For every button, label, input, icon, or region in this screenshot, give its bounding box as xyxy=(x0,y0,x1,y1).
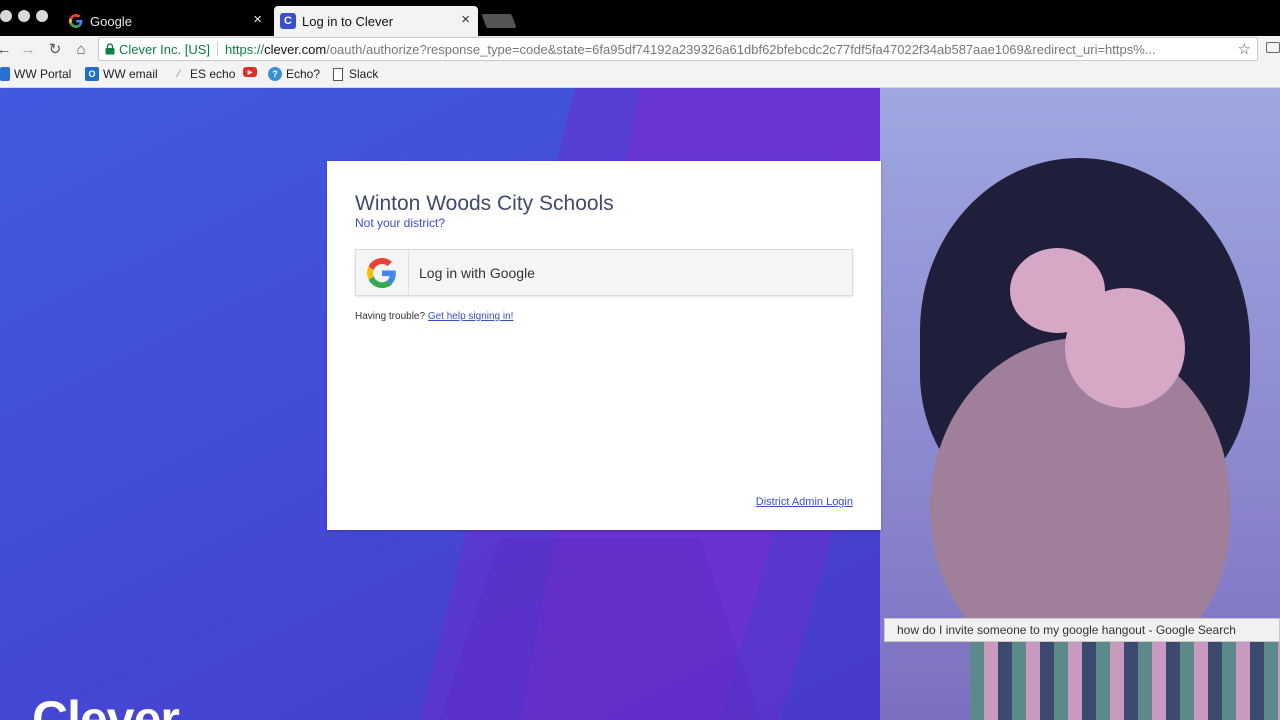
help-icon: ? xyxy=(268,67,282,81)
tab-title: Log in to Clever xyxy=(302,13,394,29)
bookmark-star-icon[interactable]: ☆ xyxy=(1238,40,1251,58)
get-help-link[interactable]: Get help signing in! xyxy=(428,311,514,322)
echo-icon: ⁄ xyxy=(178,68,180,80)
close-tab-icon[interactable]: × xyxy=(253,12,262,28)
tab-strip: Google × C Log in to Clever × xyxy=(0,0,1280,36)
search-notification[interactable]: how do I invite someone to my google han… xyxy=(884,618,1280,642)
outlook-icon: O xyxy=(85,67,99,81)
bookmark-label: ES echo xyxy=(190,67,236,81)
cast-icon[interactable] xyxy=(1266,42,1280,53)
bookmark-label: Echo? xyxy=(286,67,321,81)
close-tab-icon[interactable]: × xyxy=(461,12,470,28)
url-host: clever.com xyxy=(264,41,327,57)
bookmark-slack[interactable]: Slack xyxy=(333,67,378,81)
log-in-with-google-button[interactable]: Log in with Google xyxy=(355,249,853,296)
bookmark-youtube[interactable]: ▶ xyxy=(243,67,261,77)
bookmark-label: WW email xyxy=(103,67,158,81)
google-logo-icon xyxy=(356,250,409,295)
bookmark-ww-portal[interactable]: WW Portal xyxy=(0,67,71,81)
home-icon[interactable]: ⌂ xyxy=(71,39,91,59)
clever-logo: Clever xyxy=(32,691,180,720)
bookmark-echo-question[interactable]: ? Echo? xyxy=(268,67,320,81)
bookmarks-bar: WW Portal O WW email ⁄ ES echo ▶ ? Echo?… xyxy=(0,62,1280,88)
forward-arrow-icon[interactable]: → xyxy=(18,39,38,59)
google-g-icon xyxy=(68,13,84,29)
reload-icon[interactable]: ↻ xyxy=(45,39,65,59)
clever-c-icon: C xyxy=(280,13,296,29)
back-arrow-icon[interactable]: ← xyxy=(0,39,14,59)
divider xyxy=(217,42,219,56)
google-button-label: Log in with Google xyxy=(419,264,535,281)
lock-icon[interactable] xyxy=(105,43,115,55)
not-your-district-link[interactable]: Not your district? xyxy=(355,216,445,230)
login-card: Winton Woods City Schools Not your distr… xyxy=(327,161,881,530)
trouble-label: Having trouble? xyxy=(355,311,426,322)
maximize-window-button[interactable] xyxy=(36,10,48,22)
photo-flower xyxy=(1065,288,1185,408)
bookmark-label: WW Portal xyxy=(14,67,72,81)
district-admin-login-link[interactable]: District Admin Login xyxy=(756,496,853,508)
minimize-window-button[interactable] xyxy=(18,10,30,22)
portal-icon xyxy=(0,67,10,81)
tab-title: Google xyxy=(90,13,132,29)
page-icon xyxy=(333,67,343,81)
district-name: Winton Woods City Schools xyxy=(355,192,614,215)
help-text: Having trouble? Get help signing in! xyxy=(355,311,513,322)
url-scheme: https:// xyxy=(225,41,265,57)
close-window-button[interactable] xyxy=(0,10,12,22)
url-path: /oauth/authorize?response_type=code&stat… xyxy=(326,41,1156,57)
tab-google[interactable]: Google × xyxy=(58,6,270,36)
youtube-icon: ▶ xyxy=(243,67,257,77)
browser-toolbar: ← → ↻ ⌂ Clever Inc. [US] https://clever.… xyxy=(0,36,1280,62)
security-label[interactable]: Clever Inc. [US] xyxy=(119,42,210,57)
tab-clever[interactable]: C Log in to Clever × xyxy=(274,6,478,36)
bookmark-label: Slack xyxy=(349,67,379,81)
bookmark-es-echo[interactable]: ⁄ ES echo xyxy=(172,67,235,81)
address-bar[interactable]: Clever Inc. [US] https://clever.com/oaut… xyxy=(98,37,1258,61)
bookmark-ww-email[interactable]: O WW email xyxy=(85,67,158,81)
new-tab-button[interactable] xyxy=(481,14,517,28)
